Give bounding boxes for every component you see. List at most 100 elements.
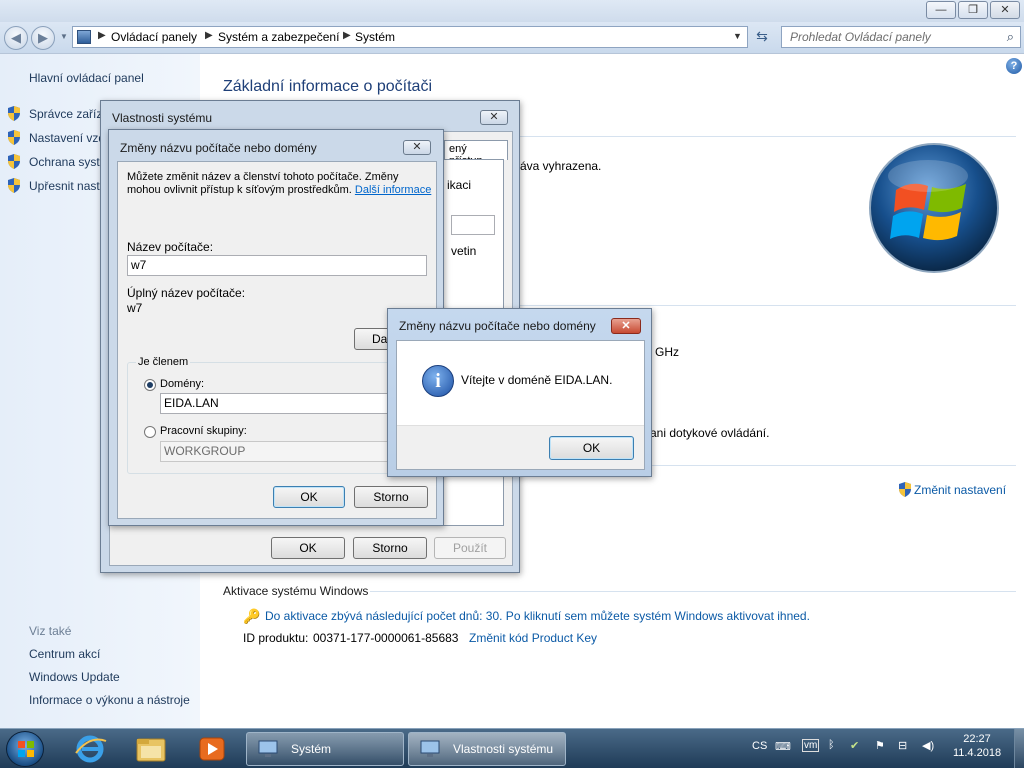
processor-text: GHz (655, 345, 679, 359)
breadcrumb-system-security[interactable]: Systém a zabezpečení (218, 30, 339, 44)
keyboard-icon[interactable]: ⌨ (775, 740, 791, 753)
control-panel-icon (77, 30, 91, 44)
cancel-button[interactable]: Storno (354, 486, 428, 508)
computer-name-input[interactable]: w7 (127, 255, 427, 276)
clock-time: 22:27 (963, 733, 991, 745)
change-settings-link[interactable]: Změnit nastavení (914, 483, 1006, 497)
dialog-title: Vlastnosti systému (112, 111, 213, 125)
close-button[interactable]: ✕ (990, 1, 1020, 19)
close-button[interactable]: ✕ (480, 110, 508, 125)
shield-icon (898, 482, 912, 497)
sidebar-home-link[interactable]: Hlavní ovládací panel (29, 71, 144, 85)
help-icon[interactable]: ? (1006, 58, 1022, 74)
taskbar: Systém Vlastnosti systému CS ⌨ vm ᛒ ✔ ⚑ … (0, 728, 1024, 768)
more-info-link[interactable]: Další informace (355, 184, 431, 196)
shield-icon (7, 106, 21, 121)
internet-explorer-icon[interactable] (70, 733, 110, 765)
ok-button[interactable]: OK (271, 537, 345, 559)
ok-button[interactable]: OK (549, 436, 634, 460)
file-explorer-icon[interactable] (131, 733, 171, 765)
full-name-label: Úplný název počítače: (127, 286, 246, 300)
title-bar: — ❐ ✕ (0, 0, 1024, 22)
bluetooth-icon[interactable]: ᛒ (828, 739, 835, 751)
breadcrumb-system[interactable]: Systém (355, 30, 395, 44)
divider (520, 305, 1016, 306)
taskbar-app-label: Vlastnosti systému (453, 742, 554, 756)
search-placeholder: Prohledat Ovládací panely (790, 30, 931, 44)
pen-touch-text: ani dotykové ovládání. (650, 426, 770, 440)
computer-name-label: Název počítače: (127, 240, 214, 254)
info-icon: i (422, 365, 454, 397)
chevron-right-icon[interactable]: ▶ (98, 30, 106, 41)
vmware-tools-icon[interactable]: vm (802, 739, 820, 752)
domain-input[interactable]: EIDA.LAN (160, 393, 420, 414)
sidebar-item-remote-settings[interactable]: Nastavení vzd (29, 131, 105, 145)
taskbar-app-system[interactable]: Systém (246, 732, 404, 766)
start-button[interactable] (6, 731, 44, 767)
divider (370, 591, 1016, 592)
chevron-right-icon[interactable]: ▶ (205, 30, 213, 41)
chevron-right-icon[interactable]: ▶ (343, 30, 351, 41)
divider (650, 465, 1016, 466)
back-button[interactable]: ◀ (4, 26, 28, 50)
recent-pages-dropdown[interactable]: ▼ (60, 32, 68, 41)
language-indicator[interactable]: CS (752, 740, 767, 752)
change-product-key-link[interactable]: Změnit kód Product Key (469, 631, 597, 645)
shield-icon (7, 154, 21, 169)
sidebar-item-system-protection[interactable]: Ochrana syste (29, 155, 106, 169)
shield-icon (7, 130, 21, 145)
full-name-value: w7 (127, 301, 143, 315)
security-icon[interactable]: ✔ (850, 739, 859, 752)
activation-heading: Aktivace systému Windows (223, 584, 369, 598)
copyright-text: áva vyhrazena. (520, 159, 602, 173)
member-of-label: Je členem (136, 356, 191, 368)
key-icon: 🔑 (243, 608, 261, 624)
close-button[interactable]: ✕ (403, 140, 431, 155)
show-desktop-button[interactable] (1014, 729, 1024, 768)
network-icon[interactable]: ⊟ (898, 739, 907, 752)
product-id-value: 00371-177-0000061-85683 (313, 631, 459, 645)
action-center-flag-icon[interactable]: ⚑ (875, 739, 885, 752)
activation-link[interactable]: Do aktivace zbývá následující počet dnů:… (265, 609, 810, 623)
minimize-button[interactable]: — (926, 1, 956, 19)
domain-radio[interactable] (144, 379, 156, 391)
close-button[interactable]: ✕ (611, 318, 641, 334)
see-also-action-center[interactable]: Centrum akcí (29, 647, 100, 661)
text-fragment: vetin (451, 244, 477, 258)
cancel-button[interactable]: Storno (353, 537, 427, 559)
forward-button[interactable]: ▶ (31, 26, 55, 50)
search-input[interactable]: Prohledat Ovládací panely ⌕ (781, 26, 1021, 48)
refresh-icon[interactable]: ⇆ (752, 28, 772, 46)
member-of-group: Je členem Domény: EIDA.LAN Pracovní skup… (127, 356, 427, 474)
dialog-title: Změny názvu počítače nebo domény (120, 141, 317, 155)
product-id-label: ID produktu: (243, 631, 309, 645)
sidebar-item-advanced-settings[interactable]: Upřesnit nast (29, 179, 100, 193)
media-player-icon[interactable] (192, 733, 232, 765)
search-icon[interactable]: ⌕ (1007, 29, 1014, 45)
tab-remote[interactable]: ený přístup (444, 140, 508, 167)
workgroup-input[interactable]: WORKGROUP (160, 441, 420, 462)
sidebar-item-device-manager[interactable]: Správce zaříz (29, 107, 102, 121)
see-also-performance-info[interactable]: Informace o výkonu a nástroje (29, 693, 190, 707)
button-area: OK (397, 425, 644, 469)
apply-button[interactable]: Použít (434, 537, 506, 559)
address-dropdown[interactable]: ▼ (733, 31, 742, 41)
taskbar-app-label: Systém (291, 742, 332, 756)
clock[interactable]: 22:27 11.4.2018 (944, 733, 1010, 759)
volume-icon[interactable]: ◀) (922, 739, 934, 752)
address-bar[interactable]: ▶ Ovládací panely ▶ Systém a zabezpečení… (72, 26, 748, 48)
taskbar-app-system-properties[interactable]: Vlastnosti systému (408, 732, 566, 766)
intro-text: Můžete změnit název a členství tohoto po… (127, 171, 432, 197)
maximize-button[interactable]: ❐ (958, 1, 988, 19)
description-field[interactable] (451, 215, 495, 235)
ok-button[interactable]: OK (273, 486, 345, 508)
workgroup-radio[interactable] (144, 426, 156, 438)
breadcrumb-control-panel[interactable]: Ovládací panely (111, 30, 197, 44)
see-also-windows-update[interactable]: Windows Update (29, 670, 120, 684)
computer-icon (419, 739, 441, 759)
dialog-body: i Vítejte v doméně EIDA.LAN. OK (396, 340, 645, 470)
windows-logo (866, 140, 1002, 276)
domain-label: Domény: (160, 378, 205, 390)
page-title: Základní informace o počítači (223, 78, 432, 95)
message-text: Vítejte v doméně EIDA.LAN. (461, 373, 613, 387)
